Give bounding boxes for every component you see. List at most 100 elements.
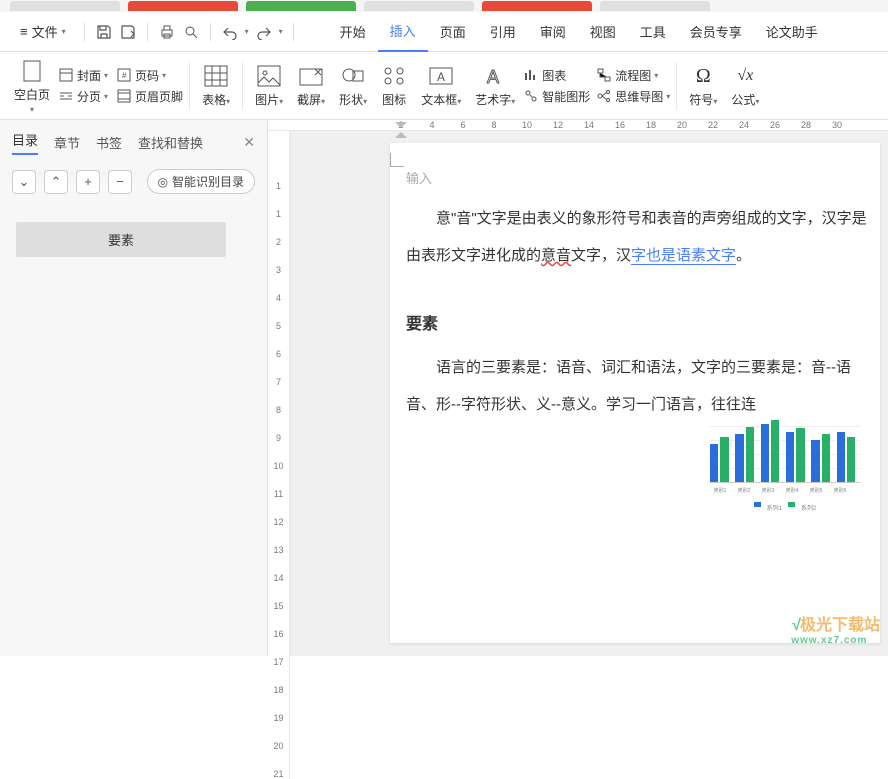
symbol-button[interactable]: Ω符号▾ (683, 63, 723, 108)
flowchart-button[interactable]: 流程图▾ (596, 66, 670, 85)
print-preview-icon[interactable] (182, 23, 200, 41)
save-icon[interactable] (95, 23, 113, 41)
embedded-chart[interactable]: 类别1类别2类别3类别4类别5类别6 系列1系列2 (710, 413, 860, 517)
panel-tab-书签[interactable]: 书签 (96, 133, 122, 152)
page-break-button[interactable]: 分页▾ (58, 87, 108, 106)
wordart-button[interactable]: A艺术字▾ (469, 63, 521, 108)
ruler-tick: 6 (460, 120, 466, 130)
heading[interactable]: 要素 (406, 305, 880, 345)
mindmap-button[interactable]: 思维导图▾ (596, 87, 670, 106)
screenshot-button[interactable]: 截屏▾ (291, 63, 331, 108)
panel-tab-目录[interactable]: 目录 (12, 130, 38, 155)
close-icon[interactable]: ✕ (243, 134, 255, 151)
file-menu-button[interactable]: ≡ 文件 ▾ (12, 18, 74, 45)
remove-button[interactable]: − (108, 170, 132, 194)
menu-tab-视图[interactable]: 视图 (578, 12, 628, 52)
caret-down-icon[interactable]: ▾ (245, 27, 249, 36)
tab[interactable] (364, 1, 474, 11)
ruler-tick: 18 (646, 120, 652, 130)
page-num-icon: # (116, 67, 132, 83)
panel-tab-查找和替换[interactable]: 查找和替换 (138, 133, 203, 152)
tab[interactable] (128, 1, 238, 11)
ruler-tick: 20 (273, 741, 283, 751)
chevron-down-icon: ⌄ (19, 174, 30, 190)
formula-button[interactable]: √x公式▾ (725, 63, 765, 108)
textbox-button[interactable]: A文本框▾ (415, 63, 467, 108)
label: 形状 (339, 93, 363, 107)
ruler-tick: 8 (491, 120, 497, 130)
ruler-tick: 9 (276, 433, 281, 443)
page-num-button[interactable]: #页码▾ (116, 66, 183, 85)
minus-icon: − (116, 174, 124, 189)
cover-button[interactable]: 封面▾ (58, 66, 108, 85)
add-button[interactable]: + (76, 170, 100, 194)
table-button[interactable]: 表格▾ (196, 63, 236, 108)
ruler-tick: 18 (273, 685, 283, 695)
ruler-tick: 16 (273, 629, 283, 639)
tab[interactable] (246, 1, 356, 11)
ruler-tick: 14 (273, 573, 283, 583)
outline-item[interactable]: 要素 (16, 222, 226, 257)
smartart-button[interactable]: 智能图形 (523, 87, 590, 106)
indent-marker-icon[interactable] (395, 122, 407, 138)
legend-label: 系列2 (801, 502, 816, 517)
ruler-tick: 10 (522, 120, 528, 130)
tab[interactable] (600, 1, 710, 11)
ruler-tick: 8 (276, 405, 281, 415)
menu-tab-引用[interactable]: 引用 (478, 12, 528, 52)
header-footer-icon (116, 88, 132, 104)
page-icon (19, 58, 45, 84)
picture-icon (256, 63, 282, 89)
chart-button[interactable]: 图表 (523, 66, 590, 85)
blank-page-button[interactable]: 空白页▾ (8, 58, 56, 114)
bar (735, 434, 743, 482)
x-label: 类别4 (782, 485, 802, 498)
menu-tab-开始[interactable]: 开始 (328, 12, 378, 52)
picture-button[interactable]: 图片▾ (249, 63, 289, 108)
undo-icon[interactable] (221, 23, 239, 41)
icon-button[interactable]: 图标 (375, 63, 413, 108)
label: 图标 (382, 91, 406, 108)
ruler-tick: 1 (276, 209, 281, 219)
header-footer-button[interactable]: 页眉页脚 (116, 87, 183, 106)
svg-text:A: A (437, 70, 445, 84)
svg-text:#: # (122, 71, 127, 80)
menu-tab-页面[interactable]: 页面 (428, 12, 478, 52)
bar (796, 428, 804, 482)
paragraph[interactable]: 意"音"文字是由表义的象形符号和表音的声旁组成的文字，汉字是由表形文字进化成的意… (406, 200, 880, 275)
shape-button[interactable]: 形状▾ (333, 63, 373, 108)
ruler-tick: 12 (273, 517, 283, 527)
vertical-ruler[interactable]: 1123456789101112131415161718192021 (268, 131, 290, 779)
panel-tab-章节[interactable]: 章节 (54, 133, 80, 152)
collapse-button[interactable]: ⌄ (12, 170, 36, 194)
file-label: 文件 (32, 22, 58, 41)
menu-tab-论文助手[interactable]: 论文助手 (754, 12, 830, 52)
menu-tab-工具[interactable]: 工具 (628, 12, 678, 52)
smart-toc-button[interactable]: ◎智能识别目录 (147, 169, 256, 194)
legend-swatch (788, 502, 795, 507)
print-icon[interactable] (158, 23, 176, 41)
chevron-up-icon: ⌃ (51, 174, 62, 190)
tab[interactable] (10, 1, 120, 11)
menu-tab-审阅[interactable]: 审阅 (528, 12, 578, 52)
save-as-icon[interactable] (119, 23, 137, 41)
ruler-tick: 1 (276, 181, 281, 191)
tab[interactable] (482, 1, 592, 11)
screenshot-icon (298, 63, 324, 89)
ruler-tick: 6 (276, 349, 281, 359)
ruler-tick: 16 (615, 120, 621, 130)
horizontal-ruler[interactable]: 24681012141618202224262830 (268, 120, 888, 131)
table-icon (203, 63, 229, 89)
document-page[interactable]: 输入 意"音"文字是由表义的象形符号和表音的声旁组成的文字，汉字是由表形文字进化… (390, 143, 880, 643)
expand-button[interactable]: ⌃ (44, 170, 68, 194)
menu-bar: ≡ 文件 ▾ ▾ ▾ 开始插入页面引用审阅视图工具会员专享论文助手 (0, 12, 888, 52)
menu-tab-会员专享[interactable]: 会员专享 (678, 12, 754, 52)
bar (837, 432, 845, 482)
shape-icon (340, 63, 366, 89)
label: 符号 (689, 93, 713, 107)
hyperlink[interactable]: 字也是语素文字 (631, 247, 736, 265)
caret-down-icon[interactable]: ▾ (279, 27, 283, 36)
redo-icon[interactable] (255, 23, 273, 41)
ruler-tick: 28 (801, 120, 807, 130)
menu-tab-插入[interactable]: 插入 (378, 12, 428, 52)
